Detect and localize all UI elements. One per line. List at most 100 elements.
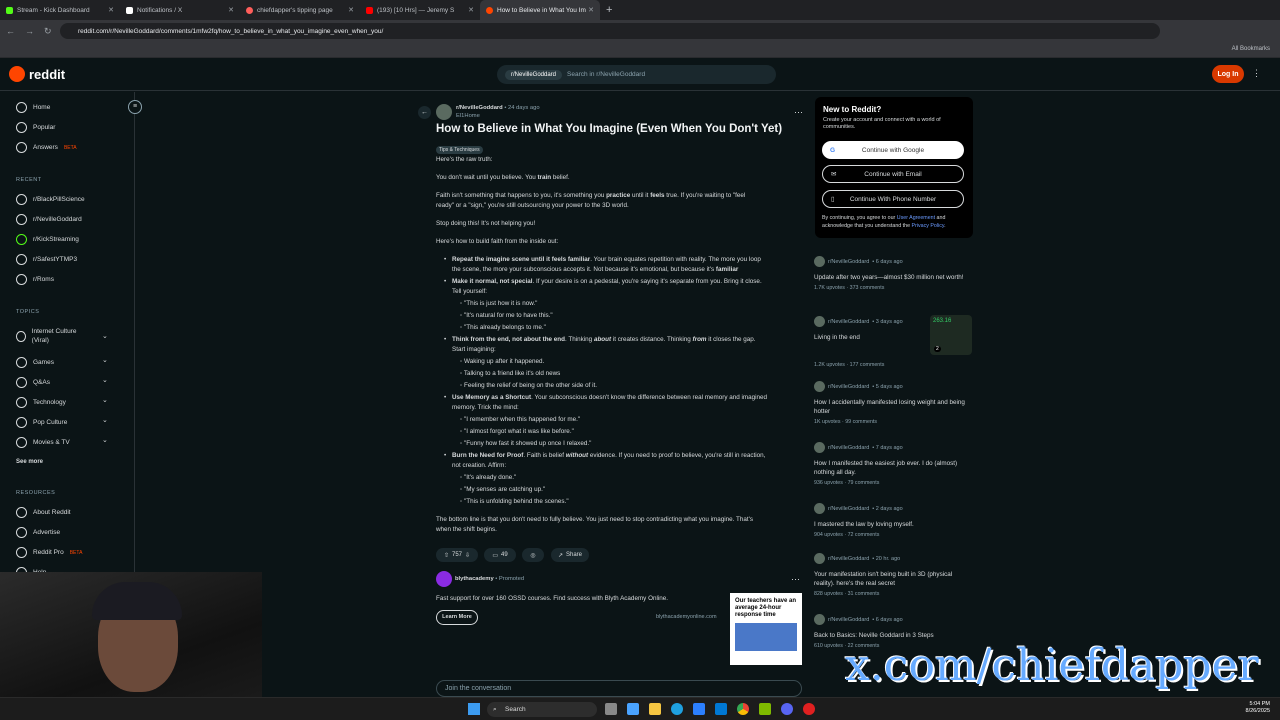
- all-bookmarks[interactable]: All Bookmarks: [1232, 46, 1270, 52]
- tab-x[interactable]: Notifications / X ✕: [120, 0, 240, 20]
- list-item: Make it normal, not special. If your des…: [452, 278, 762, 285]
- post-thumbnail[interactable]: 263.16 2: [930, 315, 972, 355]
- tab-youtube[interactable]: (193) [10 Hrs] — Jeremy S ✕: [360, 0, 480, 20]
- collapse-sidebar-icon[interactable]: ≡: [128, 100, 142, 114]
- back-button[interactable]: ←: [418, 106, 431, 119]
- promo-avatar[interactable]: [436, 571, 452, 587]
- obs-icon[interactable]: [803, 703, 815, 715]
- login-button[interactable]: Log In: [1212, 65, 1244, 83]
- vote-widget[interactable]: ⇧ 757 ⇩: [436, 548, 478, 562]
- downvote-icon[interactable]: ⇩: [465, 552, 470, 559]
- related-post[interactable]: r/NevilleGoddard • 2 days ago I mastered t…: [814, 503, 972, 538]
- kick-icon: [6, 6, 13, 14]
- chevron-down-icon[interactable]: ⌄: [102, 332, 108, 340]
- community-icon: [16, 214, 27, 225]
- post-options-icon[interactable]: ⋯: [794, 107, 803, 118]
- back-icon[interactable]: ←: [6, 26, 15, 36]
- user-agreement-link[interactable]: User Agreement: [897, 215, 935, 221]
- continue-email-button[interactable]: ✉ Continue with Email: [822, 165, 964, 183]
- edge-icon[interactable]: [671, 703, 683, 715]
- close-icon[interactable]: ✕: [228, 6, 234, 14]
- list-item: Tell yourself:: [452, 288, 487, 295]
- sidebar-topic-item[interactable]: Q&As: [16, 377, 50, 388]
- bullet: •: [444, 394, 447, 401]
- file-explorer-icon[interactable]: [649, 703, 661, 715]
- sidebar-recent-item[interactable]: r/SafestYTMP3: [16, 254, 77, 265]
- topic-icon: [16, 437, 27, 448]
- sidebar-recent-item[interactable]: r/Roms: [16, 274, 54, 285]
- taskbar-clock[interactable]: 5:04 PM 8/26/2025: [1246, 701, 1270, 715]
- close-icon[interactable]: ✕: [108, 6, 114, 14]
- learn-more-button[interactable]: Learn More: [436, 610, 478, 625]
- sidebar-topic-item[interactable]: Technology: [16, 397, 66, 408]
- tab-tipping[interactable]: chiefdapper's tipping page ✕: [240, 0, 360, 20]
- subreddit-avatar[interactable]: [436, 104, 452, 120]
- close-icon[interactable]: ✕: [588, 6, 594, 14]
- gallery-count-badge: 2: [934, 346, 941, 352]
- store-icon[interactable]: [693, 703, 705, 715]
- reddit-logo[interactable]: reddit: [9, 66, 65, 82]
- close-icon[interactable]: ✕: [468, 6, 474, 14]
- reload-icon[interactable]: ↻: [44, 26, 52, 37]
- see-more-link[interactable]: See more: [16, 459, 43, 465]
- new-tab-button[interactable]: +: [606, 4, 612, 16]
- sidebar-topic-item[interactable]: Games: [16, 357, 54, 368]
- search-input[interactable]: r/NevilleGoddard Search in r/NevilleGodd…: [497, 65, 776, 84]
- windows-start-icon[interactable]: [468, 703, 480, 715]
- sidebar-resource-item[interactable]: About Reddit: [16, 507, 71, 518]
- promo-options-icon[interactable]: ⋯: [791, 574, 800, 585]
- topic-icon: [16, 397, 27, 408]
- more-options-icon[interactable]: ⋮: [1252, 68, 1261, 79]
- chevron-down-icon[interactable]: ⌄: [102, 396, 108, 404]
- post-flair[interactable]: Tips & Techniques: [436, 146, 483, 154]
- privacy-policy-link[interactable]: Privacy Policy: [912, 223, 945, 229]
- sidebar-recent-item[interactable]: r/NevilleGoddard: [16, 214, 82, 225]
- forward-icon[interactable]: →: [25, 26, 34, 36]
- subreddit-avatar: [814, 614, 825, 625]
- promo-domain[interactable]: blythacademyonline.com: [656, 614, 717, 620]
- url-field[interactable]: reddit.com/r/NevilleGoddard/comments/1mf…: [60, 23, 1160, 39]
- sub-list-item: ◦ "This is just how it is now.": [460, 300, 538, 307]
- sidebar-resource-item[interactable]: Advertise: [16, 527, 60, 538]
- app-icon[interactable]: [715, 703, 727, 715]
- sidebar-topic-item[interactable]: Pop Culture: [16, 417, 67, 428]
- sidebar-topic-item[interactable]: Internet Culture (Viral): [16, 327, 86, 345]
- taskbar-search[interactable]: ⌕ Search: [487, 702, 597, 717]
- chevron-down-icon[interactable]: ⌄: [102, 436, 108, 444]
- bookmarks-bar: All Bookmarks: [0, 42, 1280, 58]
- chevron-down-icon[interactable]: ⌄: [102, 356, 108, 364]
- tab-kick[interactable]: Stream - Kick Dashboard ✕: [0, 0, 120, 20]
- community-icon: [16, 274, 27, 285]
- sidebar-topic-item[interactable]: Movies & TV: [16, 437, 70, 448]
- search-chip[interactable]: r/NevilleGoddard: [505, 69, 563, 80]
- related-post[interactable]: r/NevilleGoddard • 20 hr. ago Your manifes…: [814, 553, 972, 597]
- related-post[interactable]: r/NevilleGoddard • 6 days ago Update after…: [814, 256, 972, 291]
- task-view-icon[interactable]: [605, 703, 617, 715]
- join-conversation-input[interactable]: Join the conversation: [436, 680, 802, 697]
- chrome-icon[interactable]: [737, 703, 749, 715]
- related-post[interactable]: r/NevilleGoddard • 3 days ago Living in th…: [814, 316, 924, 342]
- sidebar-recent-item[interactable]: r/BlackPillScience: [16, 194, 85, 205]
- share-button[interactable]: ↗ Share: [551, 548, 589, 562]
- award-button[interactable]: ◎: [522, 548, 544, 562]
- sidebar-item-home[interactable]: Home: [16, 102, 50, 113]
- sidebar-recent-item[interactable]: r/KickStreaming: [16, 234, 79, 245]
- post-author[interactable]: El1Home: [456, 113, 480, 119]
- upvote-icon[interactable]: ⇧: [444, 552, 449, 559]
- related-post[interactable]: r/NevilleGoddard • 7 days ago How I manife…: [814, 442, 972, 486]
- discord-icon[interactable]: [781, 703, 793, 715]
- continue-google-button[interactable]: G Continue with Google: [822, 141, 964, 159]
- app-icon[interactable]: [627, 703, 639, 715]
- sidebar-resource-item[interactable]: Reddit Pro BETA: [16, 547, 82, 558]
- related-post[interactable]: r/NevilleGoddard • 5 days ago How I accide…: [814, 381, 972, 425]
- close-icon[interactable]: ✕: [348, 6, 354, 14]
- continue-phone-button[interactable]: ▯ Continue With Phone Number: [822, 190, 964, 208]
- promo-image[interactable]: Our teachers have an average 24-hour res…: [730, 593, 802, 665]
- chevron-down-icon[interactable]: ⌄: [102, 416, 108, 424]
- sidebar-item-answers[interactable]: Answers BETA: [16, 142, 77, 153]
- app-icon[interactable]: [759, 703, 771, 715]
- comments-button[interactable]: ▭ 49: [484, 548, 516, 562]
- tab-reddit[interactable]: How to Believe in What You Im ✕: [480, 0, 600, 20]
- sidebar-item-popular[interactable]: Popular: [16, 122, 55, 133]
- chevron-down-icon[interactable]: ⌄: [102, 376, 108, 384]
